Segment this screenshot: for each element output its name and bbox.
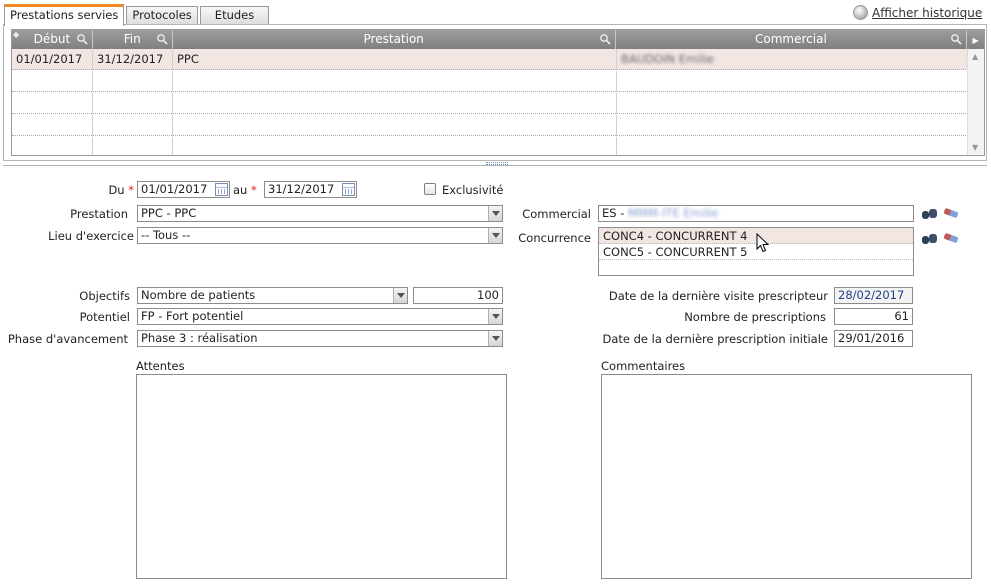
search-icon[interactable] [599,33,611,45]
tab-prestations-servies[interactable]: Prestations servies [4,4,125,26]
nombre-prescriptions-label: Nombre de prescriptions [684,310,826,324]
prestation-select[interactable]: PPC - PPC [137,205,503,222]
afficher-historique-link[interactable]: Afficher historique [872,6,982,20]
column-header-fin[interactable]: Fin [93,30,173,49]
binoculars-icon[interactable] [921,232,939,246]
table-row-empty [12,71,968,92]
mouse-pointer-icon [756,233,770,253]
search-icon[interactable] [76,33,88,45]
table-row-empty [12,137,968,155]
derniere-prescription-initiale-value: 29/01/2016 [834,330,913,347]
eraser-icon[interactable] [942,232,960,246]
du-date-input[interactable]: 01/01/2017 [137,181,230,198]
column-header-debut[interactable]: ◆ Début [12,30,93,49]
cell-prestation: PPC [173,49,617,70]
grid-header: ◆ Début Fin Prestation Commercial ▶ [12,30,984,49]
table-row[interactable]: 01/01/2017 31/12/2017 PPC BAUDOIN Emilie [12,49,968,70]
objectifs-number-input[interactable]: 100 [413,287,503,304]
binoculars-icon[interactable] [921,207,939,221]
scroll-down-icon[interactable]: ▼ [972,143,978,152]
prestations-grid: ◆ Début Fin Prestation Commercial ▶ 01/0… [11,29,985,156]
concurrence-label: Concurrence [518,231,591,245]
lieu-exercice-select[interactable]: -- Tous -- [137,227,503,244]
objectifs-select[interactable]: Nombre de patients [137,287,408,304]
nombre-prescriptions-value: 61 [834,308,913,325]
potentiel-label: Potentiel [79,310,130,324]
chevron-down-icon [488,331,502,346]
attentes-textarea[interactable] [136,374,507,579]
table-row-empty [12,93,968,114]
derniere-visite-value: 28/02/2017 [834,287,913,304]
column-header-commercial[interactable]: Commercial [616,30,968,49]
search-icon[interactable] [156,33,168,45]
commercial-input[interactable]: ES - MMM-ITE Emilie [598,205,914,222]
exclusivite-checkbox[interactable] [424,183,436,195]
chevron-right-icon: ▶ [972,36,979,45]
cell-fin: 31/12/2017 [93,49,173,70]
calendar-icon[interactable] [215,183,228,196]
potentiel-select[interactable]: FP - Fort potentiel [137,308,503,325]
commentaires-label: Commentaires [601,359,686,373]
eraser-icon[interactable] [942,207,960,221]
pin-icon: ◆ [13,30,20,39]
commentaires-textarea[interactable] [601,374,972,579]
grid-vertical-scrollbar[interactable]: ▲ ▼ [967,49,984,155]
lieu-exercice-label: Lieu d'exercice [48,229,134,243]
scroll-up-icon[interactable]: ▲ [972,52,978,61]
search-icon[interactable] [950,33,962,45]
column-header-prestation[interactable]: Prestation [173,30,616,49]
column-menu-button[interactable]: ▶ [967,30,984,49]
exclusivite-label: Exclusivité [442,183,504,197]
tab-etudes[interactable]: Etudes [199,6,270,25]
au-date-input[interactable]: 31/12/2017 [264,181,357,198]
attentes-label: Attentes [136,359,185,373]
objectifs-label: Objectifs [79,289,130,303]
history-link-container[interactable]: Afficher historique [853,5,982,20]
divider [3,165,987,166]
table-row-empty [12,115,968,136]
du-label: Du * [108,183,134,197]
phase-avancement-label: Phase d'avancement [7,332,128,346]
commercial-label: Commercial [522,207,591,221]
cell-commercial: BAUDOIN Emilie [617,49,968,70]
cell-debut: 01/01/2017 [12,49,93,70]
history-icon [853,5,868,20]
chevron-down-icon [488,309,502,324]
derniere-prescription-initiale-label: Date de la dernière prescription initial… [602,332,828,346]
prestation-label: Prestation [70,207,128,221]
au-label: au * [233,183,257,197]
chevron-down-icon [393,288,407,303]
phase-avancement-select[interactable]: Phase 3 : réalisation [137,330,503,347]
derniere-visite-label: Date de la dernière visite prescripteur [608,289,828,303]
tab-protocoles[interactable]: Protocoles [126,6,198,25]
calendar-icon[interactable] [342,183,355,196]
prestations-grid-panel: ◆ Début Fin Prestation Commercial ▶ 01/0… [3,24,987,161]
tab-bar: Prestations servies Protocoles Etudes [4,3,271,26]
